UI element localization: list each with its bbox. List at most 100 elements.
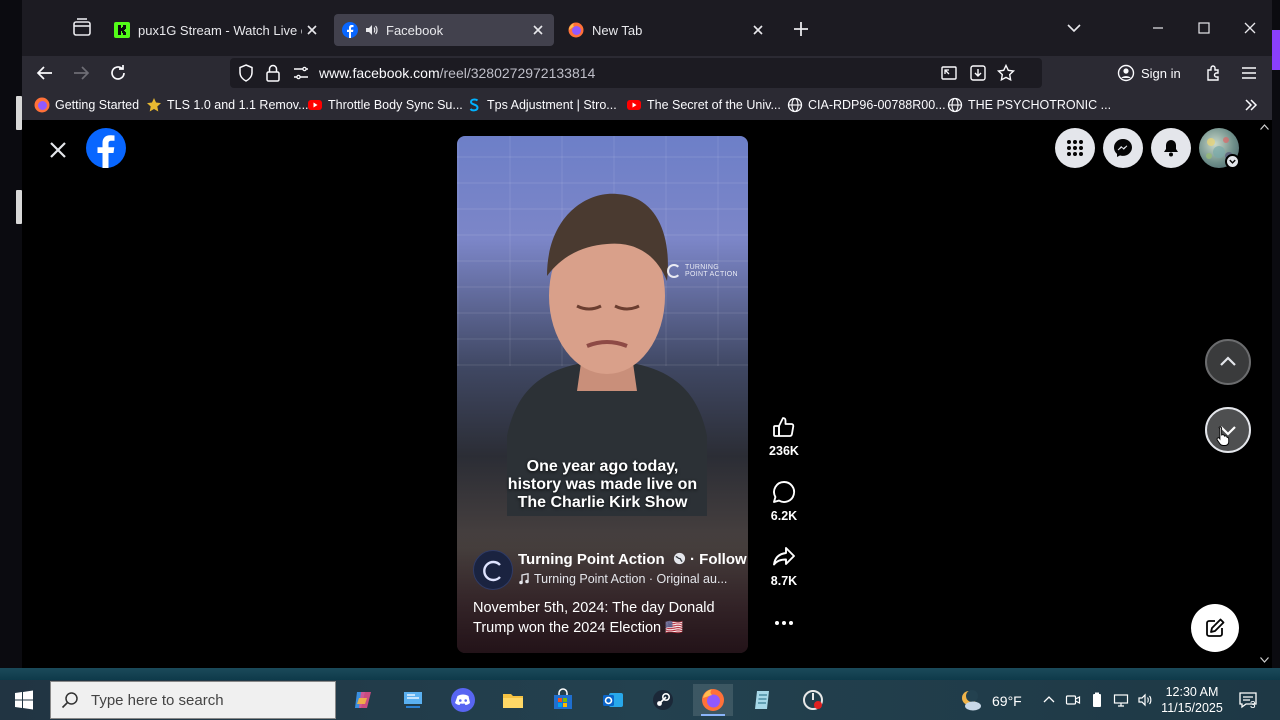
forward-button[interactable]	[70, 62, 92, 84]
thumbs-up-icon	[773, 417, 795, 437]
discord-app[interactable]	[443, 684, 483, 716]
arrow-left-icon	[36, 66, 52, 80]
firefox-view-button[interactable]	[70, 16, 94, 40]
network-tray[interactable]	[1113, 692, 1129, 708]
url-text[interactable]: www.facebook.com/reel/3280272972133814	[319, 65, 595, 81]
reload-button[interactable]	[107, 62, 129, 84]
taskbar-clock[interactable]: 12:30 AM 11/15/2025	[1156, 684, 1228, 716]
tab-kick-stream[interactable]: pux1G Stream - Watch Live on K	[106, 14, 328, 46]
share-button[interactable]: 8.7K	[764, 542, 804, 588]
discord-icon	[451, 688, 475, 712]
audio-attribution[interactable]: Turning Point Action · Original au...	[518, 572, 744, 586]
meet-now-tray[interactable]	[1065, 692, 1081, 708]
picture-in-picture-icon[interactable]	[940, 64, 958, 82]
notepad-app[interactable]	[743, 684, 783, 716]
download-icon[interactable]	[968, 63, 988, 83]
search-placeholder: Type here to search	[91, 691, 224, 709]
tab-close-button[interactable]	[748, 20, 768, 40]
firefox-view-icon	[73, 18, 91, 36]
volume-tray[interactable]	[1137, 692, 1153, 708]
more-bookmarks-button[interactable]	[1242, 96, 1260, 114]
scroll-down-arrow-icon[interactable]	[1260, 657, 1269, 663]
maximize-button[interactable]	[1194, 18, 1214, 38]
like-button[interactable]: 236K	[764, 412, 804, 458]
menu-button[interactable]	[1238, 62, 1260, 84]
tab-close-button[interactable]	[528, 20, 548, 40]
firefox-icon	[568, 22, 584, 38]
tab-close-button[interactable]	[302, 20, 322, 40]
scroll-up-arrow-icon[interactable]	[1260, 124, 1269, 130]
taskbar-search-box[interactable]: Type here to search	[50, 681, 336, 719]
new-message-button[interactable]	[1191, 604, 1239, 652]
close-reel-button[interactable]	[46, 138, 70, 162]
bookmark-throttle-body[interactable]: Throttle Body Sync Su...	[307, 96, 463, 114]
copilot-app[interactable]	[343, 684, 383, 716]
share-icon	[773, 547, 795, 566]
shield-icon[interactable]	[236, 63, 256, 83]
tab-title: New Tab	[592, 22, 643, 38]
recording-app[interactable]	[793, 684, 833, 716]
page-name-row: Turning Point Action · Follow	[518, 551, 747, 568]
globe-icon	[787, 97, 803, 113]
tab-facebook[interactable]: Facebook	[334, 14, 554, 46]
new-tab-button[interactable]	[790, 18, 812, 40]
grid-icon	[1067, 140, 1083, 156]
page-name-link[interactable]: Turning Point Action	[518, 551, 665, 568]
page-scrollbar[interactable]	[1257, 120, 1272, 668]
page-avatar[interactable]	[473, 550, 513, 590]
close-icon	[1244, 22, 1256, 34]
account-menu-chevron[interactable]	[1225, 154, 1240, 169]
back-button[interactable]	[34, 62, 56, 84]
plus-icon	[794, 22, 808, 36]
lock-icon[interactable]	[264, 63, 282, 83]
s-icon	[469, 98, 479, 112]
tab-new-tab[interactable]: New Tab	[560, 14, 774, 46]
close-icon	[307, 25, 317, 35]
audio-playing-icon[interactable]	[364, 23, 378, 37]
bookmark-star-icon[interactable]	[996, 63, 1016, 83]
url-bar[interactable]: www.facebook.com/reel/3280272972133814	[230, 58, 1042, 88]
firefox-icon	[702, 689, 724, 711]
permissions-icon[interactable]	[292, 64, 310, 82]
steam-app[interactable]	[643, 684, 683, 716]
bookmark-tps-adjustment[interactable]: Tps Adjustment | Stro...	[466, 96, 617, 114]
bookmark-secret-universe[interactable]: The Secret of the Univ...	[626, 96, 781, 114]
messenger-button[interactable]	[1103, 128, 1143, 168]
navigation-toolbar: www.facebook.com/reel/3280272972133814 S…	[22, 56, 1272, 90]
comment-button[interactable]: 6.2K	[764, 477, 804, 523]
list-all-tabs-button[interactable]	[1064, 18, 1084, 38]
reel-video[interactable]: TURNING POINT ACTION One year ago today,…	[457, 136, 748, 653]
outlook-app[interactable]	[593, 684, 633, 716]
bookmark-getting-started[interactable]: Getting Started	[34, 96, 139, 114]
window-close-button[interactable]	[1240, 18, 1260, 38]
more-options-button[interactable]	[764, 606, 804, 636]
facebook-logo[interactable]	[86, 128, 126, 168]
star-icon	[147, 98, 161, 112]
microsoft-store-app[interactable]	[543, 684, 583, 716]
bookmark-psychotronic[interactable]: THE PSYCHOTRONIC ...	[947, 96, 1111, 114]
firefox-app[interactable]	[693, 684, 733, 716]
clock-time: 12:30 AM	[1165, 685, 1219, 699]
globe-icon	[947, 97, 963, 113]
caption-line: The Charlie Kirk Show	[517, 494, 688, 511]
bookmark-cia-rdp96[interactable]: CIA-RDP96-00788R00...	[787, 96, 946, 114]
chevron-up-icon	[1043, 696, 1055, 703]
sign-in-button[interactable]: Sign in	[1117, 60, 1203, 86]
file-explorer-app[interactable]	[493, 684, 533, 716]
network-icon	[1113, 694, 1129, 707]
task-view-app[interactable]	[393, 684, 433, 716]
bookmark-tls[interactable]: TLS 1.0 and 1.1 Remov...	[146, 96, 309, 114]
weather-widget[interactable]: 69°F	[958, 688, 1022, 714]
extensions-button[interactable]	[1203, 62, 1225, 84]
start-button[interactable]	[14, 690, 34, 710]
follow-button[interactable]: Follow	[699, 551, 747, 568]
minimize-button[interactable]	[1148, 18, 1168, 38]
notifications-button[interactable]	[1151, 128, 1191, 168]
url-path: /reel/3280272972133814	[439, 65, 596, 81]
previous-reel-button[interactable]	[1205, 339, 1251, 385]
show-hidden-icons-button[interactable]	[1041, 692, 1057, 708]
menu-grid-button[interactable]	[1055, 128, 1095, 168]
battery-tray[interactable]	[1089, 692, 1105, 708]
screen-recorder-icon	[803, 690, 823, 710]
turning-point-logo-icon	[667, 264, 681, 278]
